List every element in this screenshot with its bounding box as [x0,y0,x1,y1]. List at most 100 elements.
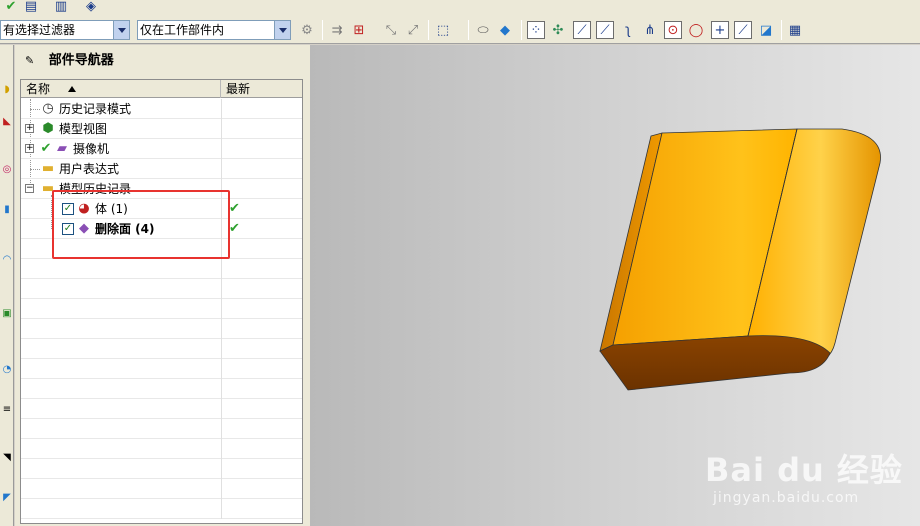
navigator-title: 部件导航器 [48,53,114,68]
midpoint-icon[interactable]: ⟋ [596,21,614,39]
snap-settings-icon[interactable]: ✣ [549,21,567,39]
column-divider [221,419,222,439]
endpoint-icon[interactable]: ⟋ [573,21,591,39]
cube-icon[interactable]: ◆ [496,21,514,39]
column-divider [221,139,222,159]
expand-plus-icon[interactable]: + [25,124,34,133]
column-latest-label: 最新 [226,82,251,96]
tree-node-model-views[interactable]: + ⬢ 模型视图 [21,119,302,139]
tree-node-camera[interactable]: + ✔ ▰ 摄像机 [21,139,302,159]
selection-toolbar: 有选择过滤器 仅在工作部件内 ⚙ ⇉ ⊞ ⤡ ⤢ ⬚ ⬭ ◆ ⁘ ✣ ⟋ ⟋ ʅ… [0,16,920,44]
column-divider [221,359,222,379]
snap-points-icon[interactable]: ⁘ [527,21,545,39]
tree-header: 名称 最新 [21,80,302,98]
grid-icon[interactable]: ▦ [786,21,804,39]
existing-point-icon[interactable]: + [711,21,729,39]
node-label: 摄像机 [73,142,110,156]
model-views-icon: ⬢ [42,121,54,136]
tree-empty-row [21,339,302,359]
tree-empty-row [21,279,302,299]
part-navigator: ✎ 部件导航器 名称 最新 ◷ 历史记录模式 + ⬢ 模型视图 + ✔ ▰ 摄像… [15,45,310,526]
tree-node-user-expressions[interactable]: ▬ 用户表达式 [21,159,302,179]
latest-check-icon: ✔ [229,201,240,216]
select-feature-icon[interactable]: ⊞ [350,21,368,39]
resource-bar: ◗ ◣ ◎ ▮ ◠ ▣ ◔ ≡ ◥ ◤ [0,45,14,526]
navigator-tree: 名称 最新 ◷ 历史记录模式 + ⬢ 模型视图 + ✔ ▰ 摄像机 ▬ 用户表达… [20,79,303,524]
point-on-face-icon[interactable]: ◪ [757,21,775,39]
column-header-latest[interactable]: 最新 [221,80,302,98]
node-label: 历史记录模式 [59,102,132,116]
quadrant-icon[interactable]: ◯ [687,21,705,39]
tree-empty-row [21,259,302,279]
column-divider [221,499,222,519]
view-icon[interactable]: ◈ [82,0,100,15]
tree-empty-row [21,479,302,499]
column-divider [221,439,222,459]
clock-icon[interactable]: ◔ [1,363,13,377]
scope-select[interactable]: 仅在工作部件内 [137,20,291,40]
folder-icon: ▬ [41,161,55,176]
tree-node-history-mode[interactable]: ◷ 历史记录模式 [21,99,302,119]
sort-ascending-icon [68,86,76,92]
assembly-nav-icon[interactable]: ◣ [1,115,13,129]
chevron-down-icon[interactable] [274,21,290,39]
constraint-icon[interactable]: ◎ [1,163,13,177]
expand-plus-icon[interactable]: + [25,144,34,153]
tree-rows: ◷ 历史记录模式 + ⬢ 模型视图 + ✔ ▰ 摄像机 ▬ 用户表达式 − ▬ … [21,99,302,519]
tree-empty-row [21,359,302,379]
column-divider [221,299,222,319]
tree-empty-row [21,379,302,399]
column-divider [221,399,222,419]
column-divider [221,459,222,479]
rectangle-select-icon[interactable]: ⬚ [434,21,452,39]
tree-empty-row [21,399,302,419]
toolbar-separator [322,20,323,40]
pin-icon[interactable]: ✎ [25,45,34,77]
palette-icon[interactable]: ◤ [1,491,13,505]
tree-guide-line [30,109,40,110]
system-icon[interactable]: ◥ [1,451,13,465]
column-divider [221,99,222,119]
move-icon[interactable]: ⇉ [328,21,346,39]
check-icon: ✔ [40,141,52,156]
watermark-url: jingyan.baidu.com [713,490,860,506]
part-nav-icon[interactable]: ▮ [1,203,13,217]
history-icon[interactable]: ▣ [1,307,13,321]
control-point-icon[interactable]: ʅ [619,21,637,39]
collapse-minus-icon[interactable]: − [25,184,34,193]
chart-icon[interactable]: ▥ [52,0,70,15]
model-bottom-face [599,335,831,391]
tree-empty-row [21,459,302,479]
column-header-name[interactable]: 名称 [21,80,221,98]
point-on-curve-icon[interactable]: ⟋ [734,21,752,39]
assembly-icon[interactable]: ⚙ [298,21,316,39]
node-label: 模型视图 [59,122,108,136]
toolbar-separator [468,20,469,40]
toolbar-separator [428,20,429,40]
column-divider [221,159,222,179]
roles-icon[interactable]: ◗ [1,83,13,97]
chevron-down-icon[interactable] [113,21,129,39]
column-divider [221,319,222,339]
column-divider [221,379,222,399]
check-icon[interactable]: ✔ [2,0,20,15]
intersection-icon[interactable]: ⋔ [641,21,659,39]
solid-icon[interactable]: ⬭ [474,21,492,39]
column-divider [221,479,222,499]
top-toolbar-strip: ✔ ▤ ▥ ◈ [0,0,920,16]
deselect-icon[interactable]: ⤡ [382,21,400,39]
type-filter-value: 有选择过滤器 [3,23,76,37]
web-browser-icon[interactable]: ◠ [1,253,13,267]
clock-icon: ◷ [42,101,54,116]
list-icon[interactable]: ≡ [1,403,13,417]
annotation-highlight-box [52,190,230,259]
column-divider [221,259,222,279]
arc-center-icon[interactable]: ⊙ [664,21,682,39]
deselect-all-icon[interactable]: ⤢ [404,21,422,39]
layout-icon[interactable]: ▤ [22,0,40,15]
camera-icon: ▰ [57,141,67,156]
type-filter-select[interactable]: 有选择过滤器 [0,20,130,40]
graphics-viewport[interactable]: Bai du 经验 jingyan.baidu.com [310,45,920,526]
tree-guide-line [30,169,40,170]
column-divider [221,339,222,359]
